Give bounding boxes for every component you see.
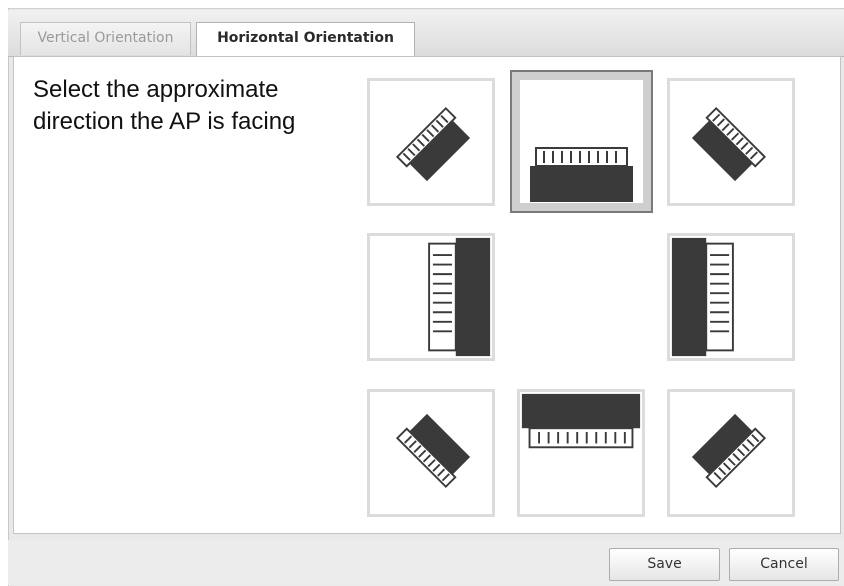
direction-west-tile[interactable] — [367, 233, 495, 361]
ap-facing-north-icon — [520, 80, 643, 203]
tab-vertical-orientation[interactable]: Vertical Orientation — [20, 22, 191, 55]
direction-south-west-tile[interactable] — [367, 389, 495, 517]
cancel-button[interactable]: Cancel — [729, 548, 839, 581]
ap-facing-north-east-icon — [691, 106, 767, 182]
instruction-text: Select the approximate direction the AP … — [33, 76, 296, 135]
direction-south-east-tile[interactable] — [667, 389, 795, 517]
ap-facing-south-icon — [521, 393, 641, 449]
save-button[interactable]: Save — [609, 548, 720, 581]
direction-south-tile[interactable] — [517, 389, 645, 517]
direction-north-west-tile[interactable] — [367, 78, 495, 206]
tab-horizontal-orientation[interactable]: Horizontal Orientation — [196, 22, 415, 57]
direction-north-east-tile[interactable] — [667, 78, 795, 206]
ap-facing-west-icon — [428, 237, 491, 357]
ap-facing-north-west-icon — [395, 106, 471, 182]
ap-facing-south-east-icon — [691, 413, 767, 489]
tab-bar: Vertical Orientation Horizontal Orientat… — [8, 10, 844, 57]
ap-facing-east-icon — [671, 237, 734, 357]
direction-north-tile[interactable] — [510, 70, 653, 213]
direction-east-tile[interactable] — [667, 233, 795, 361]
ap-facing-south-west-icon — [395, 413, 471, 489]
